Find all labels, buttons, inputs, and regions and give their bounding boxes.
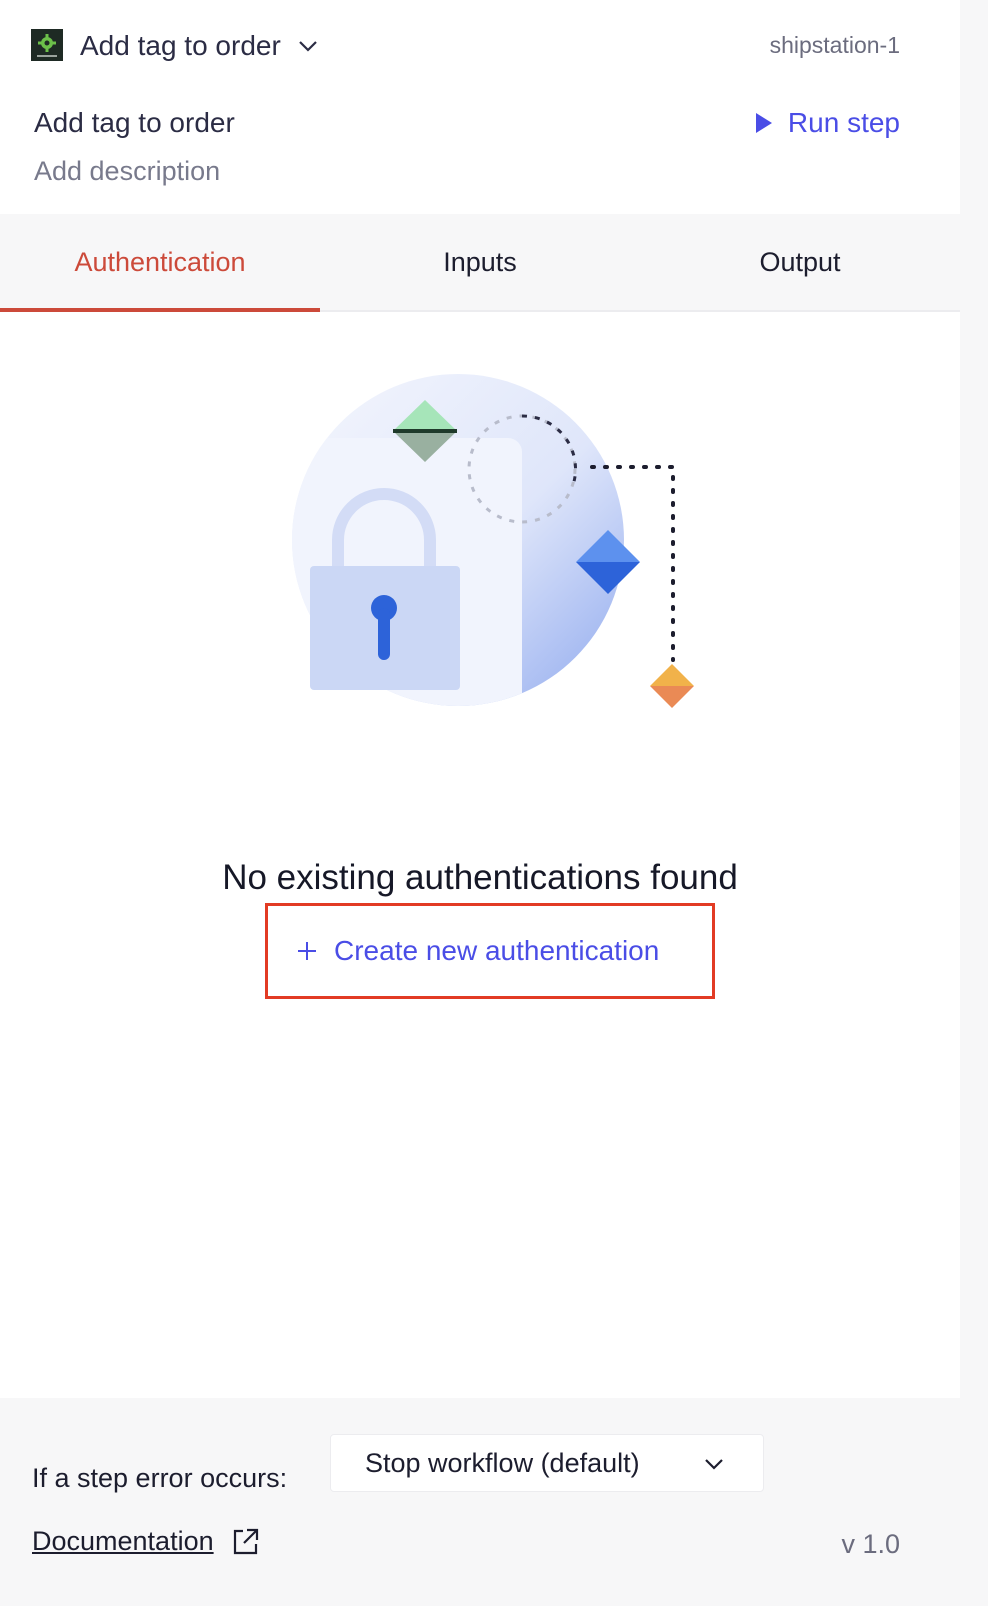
scroll-gutter — [960, 0, 988, 1606]
description-field[interactable]: Add description — [34, 156, 220, 187]
tab-inputs[interactable]: Inputs — [320, 214, 640, 310]
plus-icon — [298, 942, 316, 960]
error-handling-value: Stop workflow (default) — [365, 1447, 640, 1478]
panel-footer: If a step error occurs: Stop workflow (d… — [0, 1398, 960, 1606]
chevron-down-icon — [299, 41, 317, 52]
version-label: v 1.0 — [841, 1529, 900, 1559]
lock-illustration — [280, 370, 720, 730]
create-authentication-button[interactable]: Create new authentication — [265, 903, 715, 999]
step-config-panel: Add tag to order shipstation-1 Add tag t… — [0, 0, 960, 1606]
play-icon — [755, 113, 772, 133]
run-step-label: Run step — [787, 107, 900, 138]
create-authentication-label: Create new authentication — [334, 935, 660, 966]
step-selector-label: Add tag to order — [80, 30, 281, 61]
instance-name: shipstation-1 — [769, 32, 900, 58]
error-handling-label: If a step error occurs: — [32, 1463, 288, 1493]
tab-authentication[interactable]: Authentication — [0, 214, 320, 312]
documentation-label: Documentation — [32, 1526, 214, 1556]
error-handling-select[interactable]: Stop workflow (default) — [330, 1434, 764, 1492]
panel-header: Add tag to order shipstation-1 — [0, 0, 960, 96]
run-step-button[interactable]: Run step — [754, 107, 900, 139]
chevron-down-icon — [705, 1459, 723, 1470]
tab-output[interactable]: Output — [640, 214, 960, 310]
step-selector[interactable]: Add tag to order — [80, 26, 319, 66]
tab-bar: Authentication Inputs Output — [0, 214, 960, 312]
step-title[interactable]: Add tag to order — [34, 107, 235, 139]
documentation-link[interactable]: Documentation — [32, 1526, 260, 1557]
external-link-icon — [233, 1528, 258, 1554]
shipstation-logo-icon — [31, 29, 63, 61]
empty-state-title: No existing authentications found — [222, 858, 738, 897]
